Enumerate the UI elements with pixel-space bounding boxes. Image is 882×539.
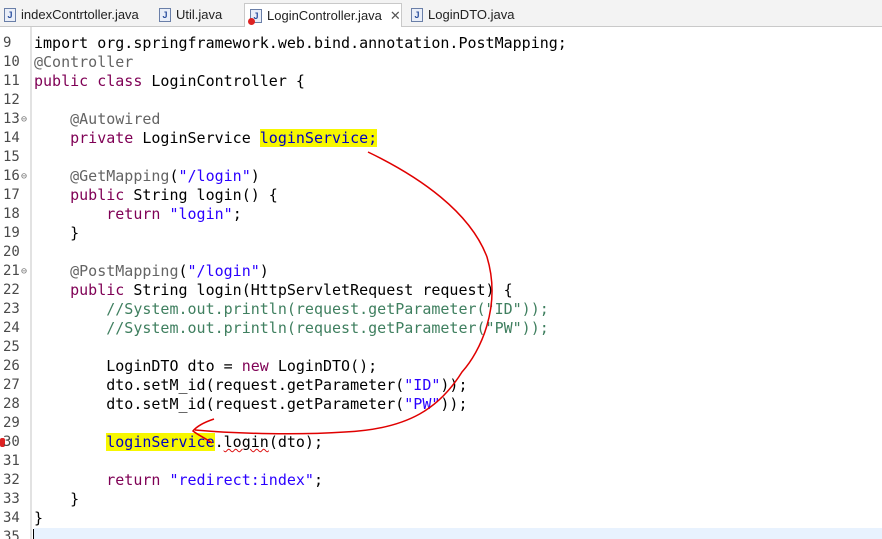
- tab-label: Util.java: [176, 7, 223, 22]
- tab-label: LoginController.java: [267, 8, 382, 23]
- tab-label: LoginDTO.java: [428, 7, 515, 22]
- tab-logindto[interactable]: J LoginDTO.java: [407, 3, 517, 26]
- code-editor[interactable]: import org.springframework.web.bind.anno…: [0, 27, 882, 539]
- tab-label: indexContrtoller.java: [21, 7, 139, 22]
- close-icon[interactable]: ✕: [390, 8, 401, 24]
- java-file-icon: J: [411, 7, 423, 22]
- tab-util[interactable]: J Util.java: [155, 3, 245, 26]
- java-file-icon: J: [159, 7, 171, 22]
- tab-indexcontroller[interactable]: J indexContrtoller.java: [0, 3, 150, 26]
- editor-tab-bar: J indexContrtoller.java J Util.java J Lo…: [0, 0, 882, 27]
- java-file-error-icon: J: [248, 8, 262, 25]
- tab-logincontroller[interactable]: J LoginController.java ✕: [244, 3, 402, 27]
- red-annotation-arrow: [191, 151, 493, 444]
- java-file-icon: J: [4, 7, 16, 22]
